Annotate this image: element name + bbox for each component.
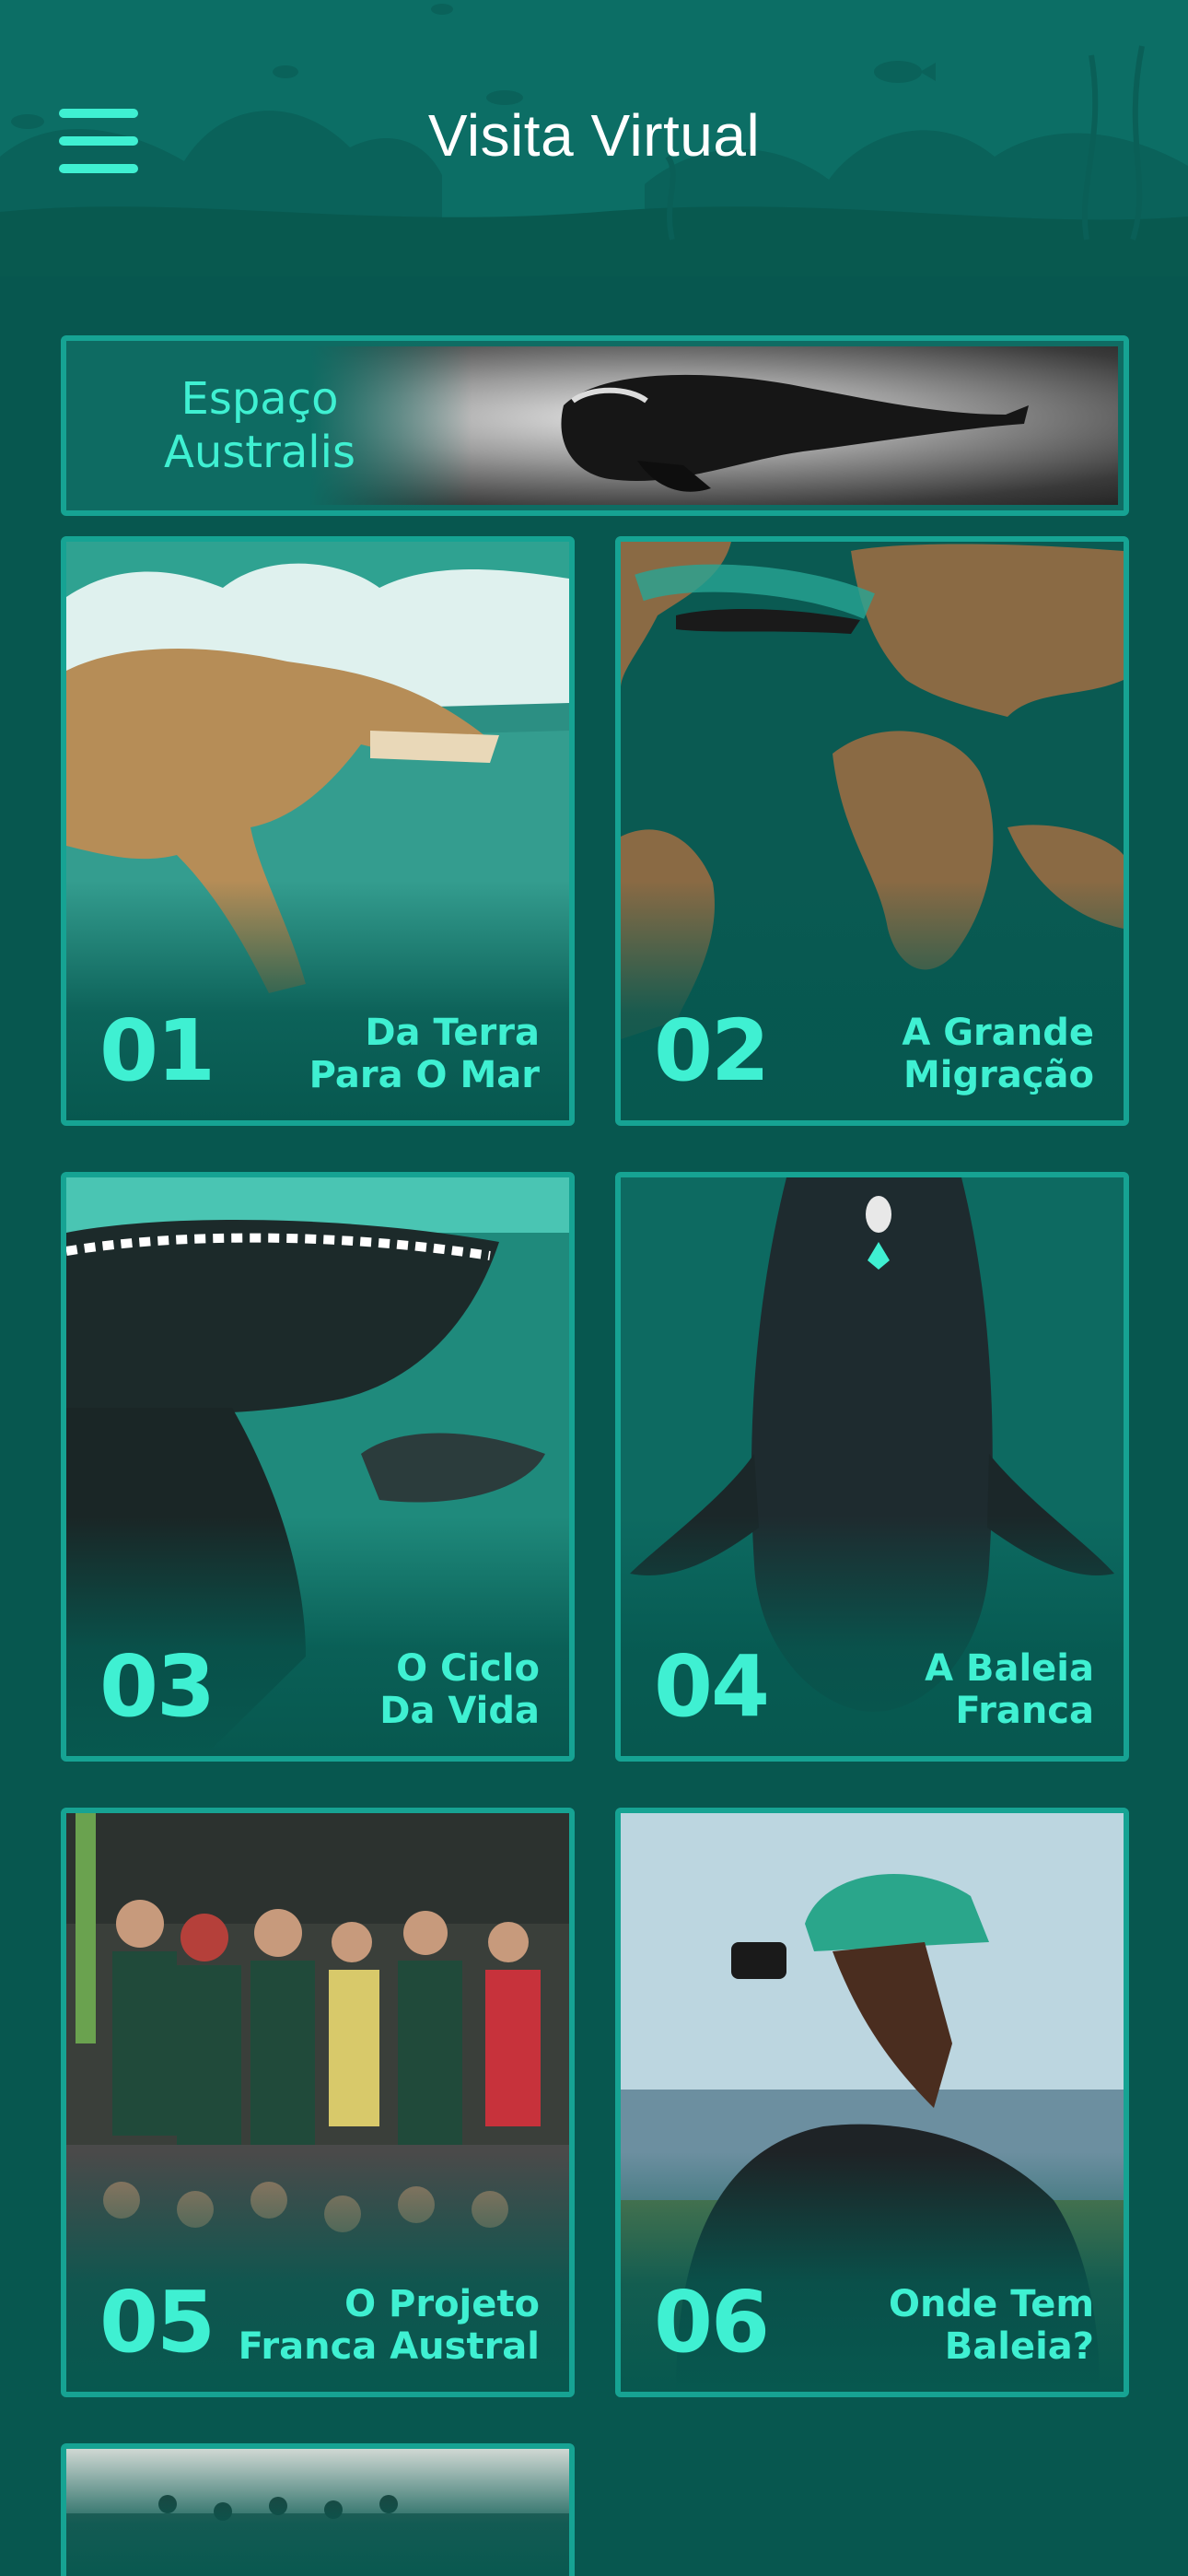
card-05-o-projeto-franca-austral[interactable]: 05 O Projeto Franca Austral: [61, 1808, 575, 2397]
card-07-partial[interactable]: [61, 2443, 575, 2576]
card-label: Onde Tem Baleia?: [889, 2283, 1094, 2368]
card-02-a-grande-migracao[interactable]: 02 A Grande Migração: [615, 536, 1129, 1126]
card-04-a-baleia-franca[interactable]: 04 A Baleia Franca: [615, 1172, 1129, 1762]
espaco-australis-banner[interactable]: Espaço Australis: [61, 335, 1129, 516]
card-06-onde-tem-baleia[interactable]: 06 Onde Tem Baleia?: [615, 1808, 1129, 2397]
card-03-o-ciclo-da-vida[interactable]: 03 O Ciclo Da Vida: [61, 1172, 575, 1762]
card-number: 02: [654, 1001, 770, 1100]
whale-illustration: [561, 374, 1029, 492]
card-number: 03: [99, 1637, 215, 1736]
banner-label: Espaço Australis: [164, 373, 355, 478]
card-label: A Baleia Franca: [925, 1647, 1094, 1732]
card-label: O Ciclo Da Vida: [379, 1647, 540, 1732]
app-header: Visita Virtual: [0, 0, 1188, 276]
card-label: A Grande Migração: [902, 1012, 1094, 1096]
card-number: 01: [99, 1001, 215, 1100]
card-number: 04: [654, 1637, 770, 1736]
page-title: Visita Virtual: [427, 102, 761, 169]
card-number: 06: [654, 2273, 770, 2371]
card-01-da-terra-para-o-mar[interactable]: 01 Da Terra Para O Mar: [61, 536, 575, 1126]
card-label: O Projeto Franca Austral: [238, 2283, 540, 2368]
card-number: 05: [99, 2273, 215, 2371]
virtual-visit-screen: Visita Virtual Espaço Australis 01 Da Te…: [0, 0, 1188, 2576]
card-label: Da Terra Para O Mar: [309, 1012, 540, 1096]
